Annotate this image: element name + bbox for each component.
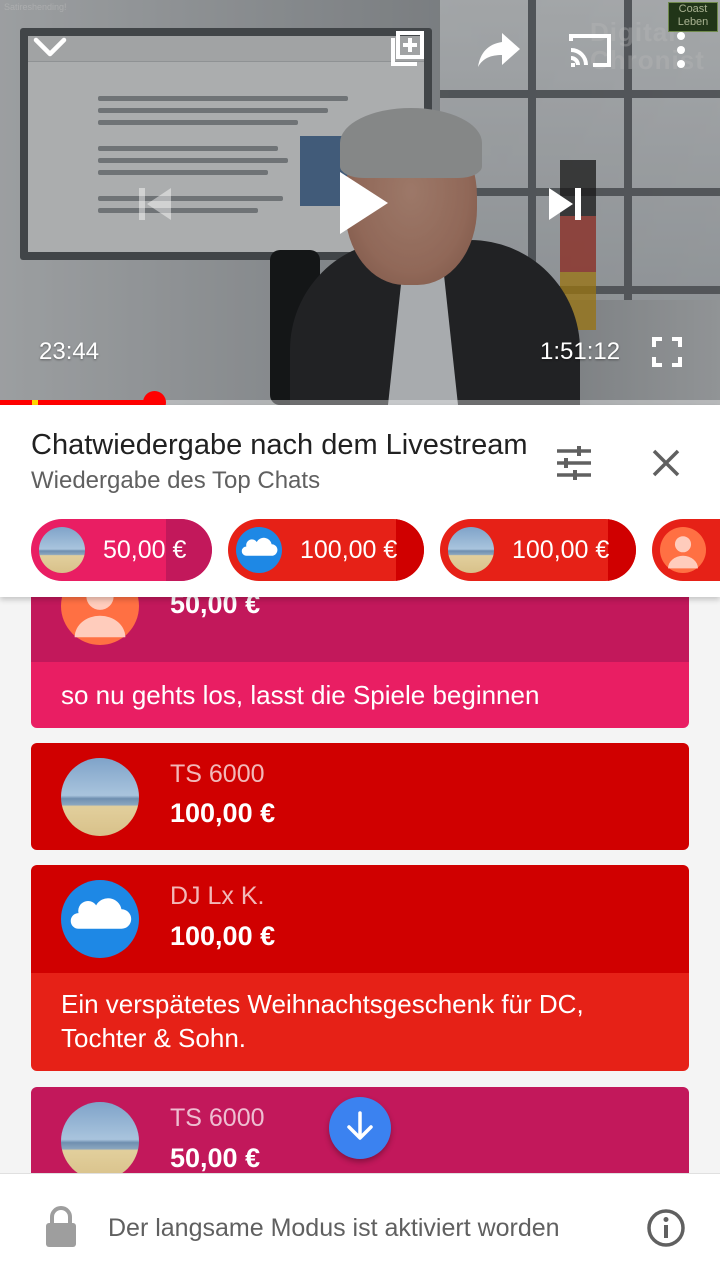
ticker-chip-amount: 100,00 €	[300, 535, 398, 564]
close-icon[interactable]	[646, 443, 686, 483]
default-avatar-icon	[660, 527, 706, 573]
arrow-down-icon	[344, 1110, 376, 1147]
info-icon[interactable]	[646, 1208, 686, 1253]
skip-previous-icon[interactable]	[130, 180, 180, 228]
cast-icon[interactable]	[566, 30, 614, 70]
avatar	[39, 527, 85, 573]
author-name: DJ Lx K.	[170, 882, 265, 910]
super-chat-header: DJ Lx K. 100,00 €	[31, 865, 689, 973]
super-chat-amount: 100,00 €	[170, 798, 276, 828]
author-name: TS 6000	[170, 760, 265, 788]
chat-title: Chatwiedergabe nach dem Livestream	[31, 429, 528, 461]
more-vert-icon[interactable]	[668, 28, 694, 72]
scroll-to-bottom-button[interactable]	[329, 1097, 391, 1159]
super-chat-card[interactable]: DJ Lx K. 100,00 € Ein verspätetes Weihnach…	[31, 865, 689, 1071]
super-chat-amount: 100,00 €	[170, 921, 276, 951]
super-chat-header: TS 6000 100,00 €	[31, 743, 689, 850]
video-player[interactable]: Digital Chronist Coast Leben Satireshend…	[0, 0, 720, 405]
chat-header: Chatwiedergabe nach dem Livestream Wiede…	[0, 405, 720, 597]
ticker-chip-amount: 50,00 €	[103, 535, 187, 564]
super-chat-header: 50,00 €	[31, 597, 689, 662]
avatar	[448, 527, 494, 573]
super-chat-message: so nu gehts los, lasst die Spiele beginn…	[31, 662, 689, 728]
skip-next-icon[interactable]	[540, 180, 590, 228]
duration: 1:51:12	[540, 338, 621, 365]
soundcloud-avatar-icon	[236, 527, 282, 573]
ticker-chip-amount: 100,00 €	[512, 535, 610, 564]
chat-footer: Der langsame Modus ist aktiviert worden	[0, 1173, 720, 1280]
super-chat-card[interactable]: 50,00 € so nu gehts los, lasst die Spiele…	[31, 597, 689, 728]
default-avatar-icon	[61, 597, 139, 645]
play-icon[interactable]	[328, 165, 398, 241]
tune-icon[interactable]	[552, 441, 596, 485]
ticker-chip[interactable]	[652, 519, 720, 581]
avatar	[61, 758, 139, 836]
ticker-chip-timer	[396, 519, 424, 581]
soundcloud-avatar-icon	[61, 880, 139, 958]
ticker-chip[interactable]: 100,00 €	[228, 519, 424, 581]
super-chat-card[interactable]: TS 6000 100,00 €	[31, 743, 689, 850]
super-chat-ticker: 50,00 € 100,00 € 100,00 €	[0, 519, 720, 581]
ticker-chip-timer	[608, 519, 636, 581]
current-time: 23:44	[39, 338, 100, 365]
chat-message-list[interactable]: 50,00 € so nu gehts los, lasst die Spiele…	[0, 597, 720, 1173]
super-chat-message: Ein verspätetes Weihnachtsgeschenk für D…	[31, 973, 689, 1071]
super-chat-amount: 50,00 €	[170, 597, 261, 619]
chat-subtitle[interactable]: Wiedergabe des Top Chats	[31, 467, 320, 495]
slow-mode-notice: Der langsame Modus ist aktiviert worden	[108, 1214, 560, 1242]
ticker-chip[interactable]: 50,00 €	[31, 519, 212, 581]
author-name: TS 6000	[170, 1104, 265, 1132]
chevron-down-icon[interactable]	[28, 26, 72, 70]
avatar	[61, 1102, 139, 1173]
lock-icon	[44, 1206, 78, 1253]
share-icon[interactable]	[475, 28, 523, 72]
ticker-chip[interactable]: 100,00 €	[440, 519, 636, 581]
super-chat-amount: 50,00 €	[170, 1143, 261, 1173]
fullscreen-icon[interactable]	[648, 333, 686, 371]
playlist-add-icon[interactable]	[383, 28, 427, 72]
